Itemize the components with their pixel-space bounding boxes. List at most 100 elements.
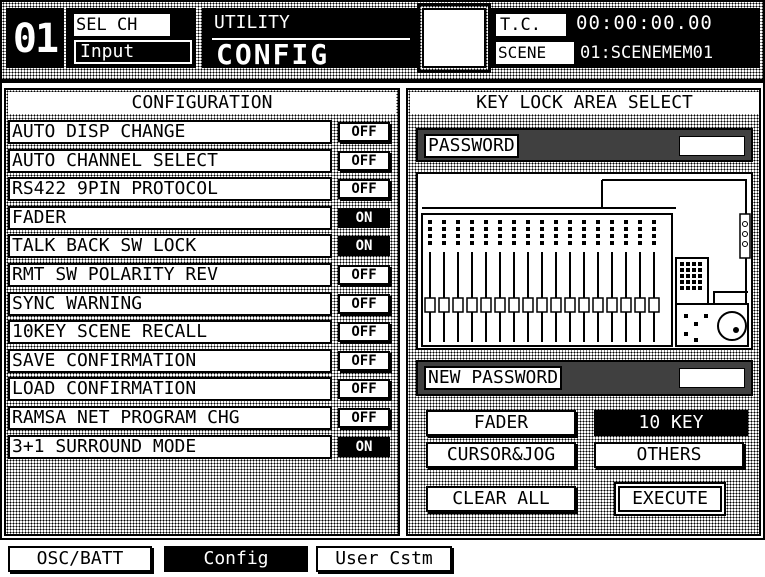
channel-key <box>596 220 600 224</box>
config-toggle-button[interactable]: OFF <box>338 350 390 371</box>
channel-key <box>428 241 432 245</box>
key-lock-panel: KEY LOCK AREA SELECT PASSWORD NEW PASSWO… <box>406 88 761 536</box>
config-row: TALK BACK SW LOCK ON <box>8 234 396 259</box>
tab-osc-batt[interactable]: OSC/BATT <box>8 546 152 572</box>
fader-knob <box>550 297 562 313</box>
config-toggle-button[interactable]: OFF <box>338 293 390 314</box>
channel-key <box>638 227 642 231</box>
channel-key <box>596 227 600 231</box>
ten-key-pad <box>692 268 696 272</box>
fader-area[interactable] <box>421 213 673 347</box>
channel-key <box>456 234 460 238</box>
channel-key <box>554 227 558 231</box>
tab-config[interactable]: Config <box>164 546 308 572</box>
channel-key <box>638 220 642 224</box>
console-diagram <box>421 179 751 347</box>
channel-key <box>624 234 628 238</box>
channel-key <box>512 220 516 224</box>
channel-key <box>540 220 544 224</box>
fader-knob <box>466 297 478 313</box>
config-row-label: 3+1 SURROUND MODE <box>8 434 332 459</box>
channel-key <box>624 227 628 231</box>
clear-all-button[interactable]: CLEAR ALL <box>426 486 576 512</box>
ten-key-pad <box>698 274 702 278</box>
channel-key <box>540 227 544 231</box>
channel-key <box>484 227 488 231</box>
ten-key-pad <box>686 280 690 284</box>
config-row: AUTO DISP CHANGE OFF <box>8 120 396 144</box>
scene-label: SCENE <box>496 42 574 64</box>
channel-key <box>456 227 460 231</box>
new-password-input[interactable] <box>679 368 745 388</box>
config-row: 10KEY SCENE RECALL OFF <box>8 320 396 345</box>
config-toggle-button[interactable]: ON <box>338 207 390 228</box>
channel-key <box>610 227 614 231</box>
fader-knob <box>606 297 618 313</box>
channel-key <box>652 227 656 231</box>
fader-knob <box>648 297 660 313</box>
config-toggle-button[interactable]: OFF <box>338 408 390 428</box>
channel-key <box>428 234 432 238</box>
config-row: RMT SW POLARITY REV OFF <box>8 263 396 287</box>
channel-key <box>540 241 544 245</box>
config-toggle-button[interactable]: OFF <box>338 265 390 285</box>
ten-key-pad <box>692 274 696 278</box>
bottom-tab-bar: OSC/BATT Config User Cstm <box>0 542 765 577</box>
timecode-box: T.C. 00:00:00.00 SCENE 01:SCENEMEM01 <box>490 8 760 68</box>
channel-key <box>526 227 530 231</box>
tab-user-cstm[interactable]: User Cstm <box>316 546 452 572</box>
tc-label: T.C. <box>496 14 566 36</box>
channel-key <box>596 234 600 238</box>
mode-label: UTILITY <box>214 12 290 33</box>
header-bar: 01 SEL CH Input UTILITY CONFIG T.C. 00:0… <box>2 2 763 79</box>
channel-key <box>484 234 488 238</box>
fader-knob <box>592 297 604 313</box>
sel-ch-label: SEL CH <box>74 14 170 36</box>
ten-key-pad <box>692 286 696 290</box>
fader-button[interactable]: FADER <box>426 410 576 436</box>
channel-key <box>512 227 516 231</box>
config-toggle-button[interactable]: OFF <box>338 122 390 142</box>
ten-key-pad <box>686 274 690 278</box>
channel-key <box>498 227 502 231</box>
config-toggle-button[interactable]: OFF <box>338 150 390 171</box>
config-row-label: RAMSA NET PROGRAM CHG <box>8 406 332 430</box>
ten-key-button[interactable]: 10 KEY <box>594 410 748 436</box>
fader-knob <box>536 297 548 313</box>
channel-key <box>540 234 544 238</box>
ten-key-pad <box>680 274 684 278</box>
config-row: AUTO CHANNEL SELECT OFF <box>8 148 396 173</box>
channel-key <box>652 241 656 245</box>
config-toggle-button[interactable]: ON <box>338 236 390 257</box>
channel-key <box>624 241 628 245</box>
channel-key <box>638 241 642 245</box>
config-row-label: SYNC WARNING <box>8 291 332 316</box>
channel-key <box>456 241 460 245</box>
config-toggle-button[interactable]: ON <box>338 436 390 457</box>
fader-knob <box>480 297 492 313</box>
password-input[interactable] <box>679 136 745 156</box>
fader-knob <box>452 297 464 313</box>
channel-key <box>428 227 432 231</box>
fader-knob <box>424 297 436 313</box>
configuration-panel: CONFIGURATION AUTO DISP CHANGE OFF AUTO CH… <box>4 88 400 536</box>
config-toggle-button[interactable]: OFF <box>338 322 390 343</box>
channel-key <box>554 220 558 224</box>
channel-key <box>512 241 516 245</box>
config-row: SAVE CONFIRMATION OFF <box>8 348 396 373</box>
sel-ch-box[interactable]: SEL CH Input <box>66 8 196 68</box>
others-button[interactable]: OTHERS <box>594 442 744 468</box>
cursor-jog-button[interactable]: CURSOR&JOG <box>426 442 576 468</box>
channel-key <box>610 234 614 238</box>
ten-key-pad <box>692 262 696 266</box>
config-toggle-button[interactable]: OFF <box>338 179 390 200</box>
channel-key <box>428 220 432 224</box>
ten-key-pad <box>680 262 684 266</box>
channel-key <box>442 241 446 245</box>
console-key-area-map[interactable] <box>416 172 753 350</box>
channel-key <box>568 220 572 224</box>
execute-button[interactable]: EXECUTE <box>618 486 722 512</box>
config-toggle-button[interactable]: OFF <box>338 379 390 400</box>
jog-wheel[interactable] <box>717 311 747 341</box>
mode-box: UTILITY CONFIG <box>202 8 418 71</box>
